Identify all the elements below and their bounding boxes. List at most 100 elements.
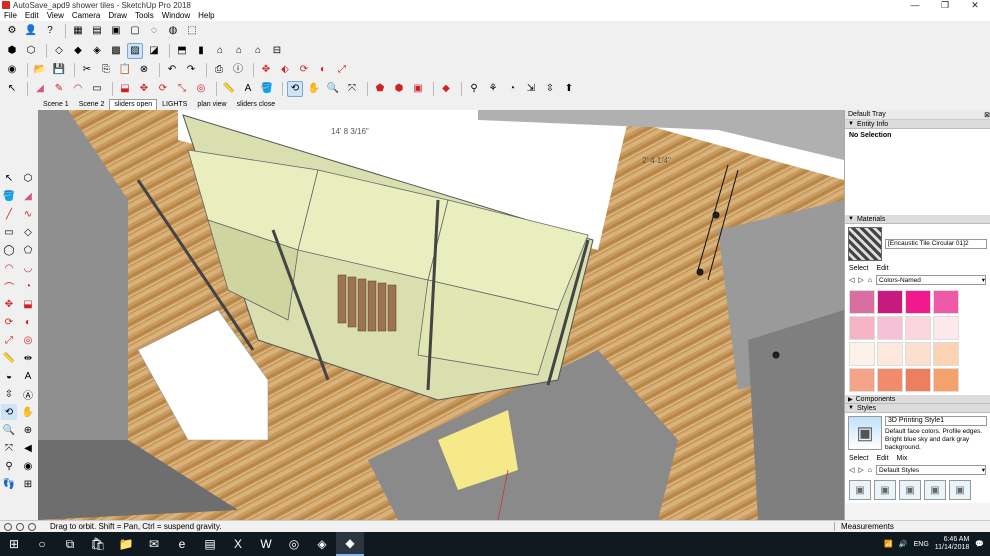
style-thumb-icon[interactable]: ▣ xyxy=(924,480,946,501)
offset-icon[interactable]: ◎ xyxy=(20,332,36,348)
arc-icon[interactable]: ◠ xyxy=(1,260,17,276)
render-icon[interactable]: ◉ xyxy=(4,62,20,78)
network-icon[interactable]: 📶 xyxy=(884,540,893,548)
extensions-icon[interactable]: ⬚ xyxy=(184,23,200,39)
gear-icon[interactable]: ⚙ xyxy=(4,23,20,39)
layout-icon[interactable]: ▦ xyxy=(70,23,86,39)
shaded-textures-icon[interactable]: ▩ xyxy=(108,43,124,59)
position-camera-icon[interactable]: ⚲ xyxy=(466,81,482,97)
section-plane-icon[interactable]: ⊞ xyxy=(20,476,36,492)
outliner-icon[interactable]: ▣ xyxy=(108,23,124,39)
back-view-icon[interactable]: ⌂ xyxy=(250,43,266,59)
dimension-icon[interactable]: ⇹ xyxy=(20,350,36,366)
forward-arrow-icon[interactable]: ▷ xyxy=(858,276,863,284)
material-swatch[interactable] xyxy=(905,368,931,392)
material-swatch[interactable] xyxy=(905,316,931,340)
material-swatch[interactable] xyxy=(877,368,903,392)
scene-tab-plan-view[interactable]: plan view xyxy=(192,99,231,110)
back-edges-icon[interactable]: ⬡ xyxy=(23,43,39,59)
text-icon[interactable]: A xyxy=(20,368,36,384)
dimension-icon[interactable]: ⬆ xyxy=(561,81,577,97)
iso-view-icon[interactable]: ⬒ xyxy=(174,43,190,59)
xray-icon[interactable]: ⬢ xyxy=(4,43,20,59)
text-icon[interactable]: A xyxy=(240,81,256,97)
menu-file[interactable]: File xyxy=(0,11,21,20)
protractor-icon[interactable]: ◒ xyxy=(1,368,17,384)
style-thumb-icon[interactable]: ▣ xyxy=(899,480,921,501)
scene-tab-2[interactable]: Scene 2 xyxy=(74,99,110,110)
line-icon[interactable]: ╱ xyxy=(1,206,17,222)
model-scene[interactable]: 14' 8 3/16" 2' 4 1/4" xyxy=(38,110,844,520)
wireframe-icon[interactable]: ◇ xyxy=(51,43,67,59)
materials-header[interactable]: ▼ Materials xyxy=(845,215,990,224)
axes-icon[interactable]: ⇳ xyxy=(542,81,558,97)
material-name-field[interactable]: [Encaustic Tile Circular 01]2 xyxy=(885,239,987,249)
styles-tab-edit[interactable]: Edit xyxy=(876,455,888,462)
menu-window[interactable]: Window xyxy=(158,11,194,20)
make-component-icon[interactable]: ⬡ xyxy=(20,170,36,186)
entity-info-header[interactable]: ▼ Entity Info xyxy=(845,120,990,129)
material-swatch[interactable] xyxy=(905,290,931,314)
style-name-field[interactable]: 3D Printing Style1 xyxy=(885,416,987,426)
material-swatch[interactable] xyxy=(877,316,903,340)
styles-tab-select[interactable]: Select xyxy=(849,455,868,462)
word-icon[interactable]: W xyxy=(252,532,280,556)
folder-icon[interactable]: 📁 xyxy=(112,532,140,556)
menu-draw[interactable]: Draw xyxy=(104,11,131,20)
home-icon[interactable]: ⌂ xyxy=(868,277,872,284)
forward-arrow-icon[interactable]: ▷ xyxy=(858,466,863,474)
right-view-icon[interactable]: ⌂ xyxy=(231,43,247,59)
three-point-arc-icon[interactable]: ⌒ xyxy=(1,278,17,294)
back-arrow-icon[interactable]: ◁ xyxy=(849,276,854,284)
task-view-icon[interactable]: ⧉ xyxy=(56,532,84,556)
3d-text-icon[interactable]: Ⓐ xyxy=(20,386,36,402)
paste-icon[interactable]: 📋 xyxy=(117,62,133,78)
mail-icon[interactable]: ✉ xyxy=(140,532,168,556)
material-thumbnail[interactable] xyxy=(848,227,882,261)
back-arrow-icon[interactable]: ◁ xyxy=(849,466,854,474)
zoom-icon[interactable]: 🔍 xyxy=(1,422,17,438)
material-swatch[interactable] xyxy=(933,316,959,340)
materials-library-select[interactable]: Colors-Named ▾ xyxy=(876,275,986,285)
zoom-window-icon[interactable]: ⊕ xyxy=(20,422,36,438)
sandbox-icon[interactable]: ◆ xyxy=(438,81,454,97)
style-box-icon[interactable]: ◪ xyxy=(146,43,162,59)
orbit-icon[interactable]: ⟲ xyxy=(287,81,303,97)
tape-measure-icon[interactable]: 📏 xyxy=(1,350,17,366)
erase-icon[interactable]: ⊗ xyxy=(136,62,152,78)
walk-icon[interactable]: ⚘ xyxy=(485,81,501,97)
tray-pin-icon[interactable]: ⊠ xyxy=(984,111,990,119)
layers-icon[interactable]: ▤ xyxy=(89,23,105,39)
edge-icon[interactable]: e xyxy=(168,532,196,556)
monochrome-icon[interactable]: ▨ xyxy=(127,43,143,59)
previous-view-icon[interactable]: ◀ xyxy=(20,440,36,456)
notifications-icon[interactable]: 💬 xyxy=(975,540,984,548)
copy-icon[interactable]: ⎘ xyxy=(98,62,114,78)
menu-camera[interactable]: Camera xyxy=(68,11,104,20)
scene-tab-lights[interactable]: LIGHTS xyxy=(157,99,192,110)
styles-header[interactable]: ▼ Styles xyxy=(845,404,990,413)
material-swatch[interactable] xyxy=(877,290,903,314)
material-swatch[interactable] xyxy=(905,342,931,366)
material-swatch[interactable] xyxy=(849,316,875,340)
cut-icon[interactable]: ✂ xyxy=(79,62,95,78)
paint-icon[interactable]: 🪣 xyxy=(1,188,17,204)
position-camera-icon[interactable]: ⚲ xyxy=(1,458,17,474)
material-swatch[interactable] xyxy=(849,290,875,314)
look-around-icon[interactable]: ◔ xyxy=(504,81,520,97)
styles-library-select[interactable]: Default Styles ▾ xyxy=(876,465,986,476)
scene-tab-1[interactable]: Scene 1 xyxy=(38,99,74,110)
undo-icon[interactable]: ↶ xyxy=(164,62,180,78)
follow-me-icon[interactable]: ◐ xyxy=(315,62,331,78)
zoom-extents-icon[interactable]: ⤧ xyxy=(1,440,17,456)
hidden-line-icon[interactable]: ◆ xyxy=(70,43,86,59)
pencil-icon[interactable]: ✎ xyxy=(51,81,67,97)
scale-icon[interactable]: ⤢ xyxy=(334,62,350,78)
model-viewport[interactable]: 14' 8 3/16" 2' 4 1/4" xyxy=(38,110,844,520)
circle-icon[interactable]: ◯ xyxy=(1,242,17,258)
material-swatch[interactable] xyxy=(849,368,875,392)
material-swatch[interactable] xyxy=(849,342,875,366)
print-icon[interactable]: ⎙ xyxy=(211,62,227,78)
left-view-icon[interactable]: ⊟ xyxy=(269,43,285,59)
chrome-icon[interactable]: ◎ xyxy=(280,532,308,556)
